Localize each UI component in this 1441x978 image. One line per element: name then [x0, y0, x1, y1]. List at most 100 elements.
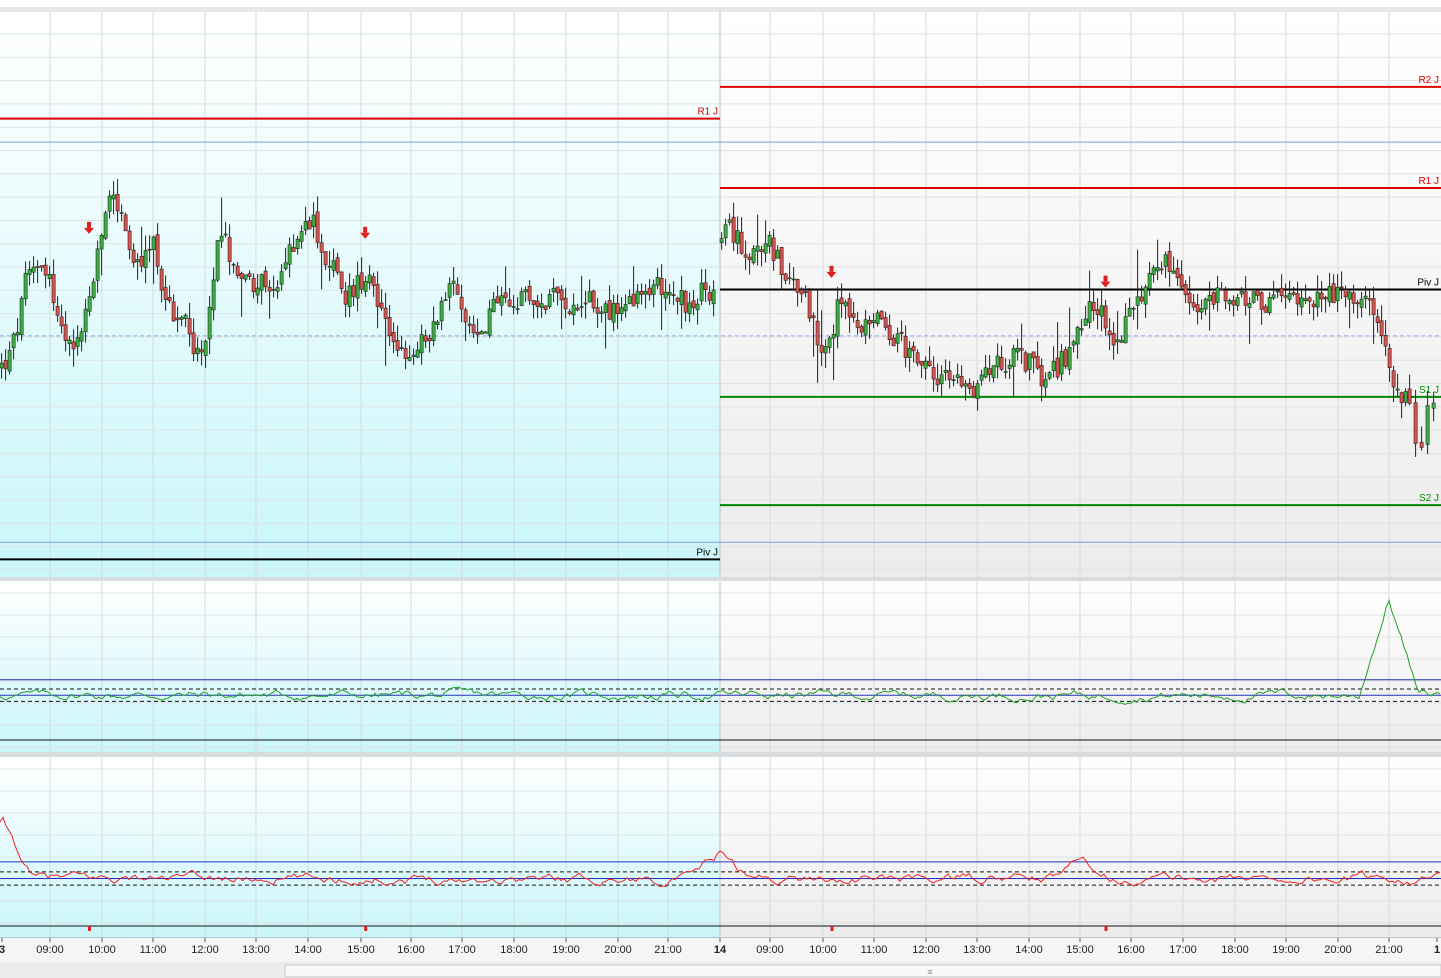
candle-body-up [1051, 360, 1056, 372]
candle-body-down [887, 324, 892, 340]
candle-body-up [515, 308, 520, 310]
candle-body-up [1275, 290, 1280, 293]
candle-body-up [611, 302, 616, 323]
candle-body-down [463, 309, 468, 323]
candle-body-down [343, 290, 348, 305]
candle-body-up [699, 282, 704, 302]
candle-body-up [571, 304, 576, 316]
candle-body-up [579, 306, 584, 308]
candle-body-up [1043, 379, 1048, 388]
candle-body-up [979, 374, 984, 381]
candle-body-down [267, 286, 272, 292]
candle-body-up [1083, 318, 1088, 326]
signal-tick [830, 926, 834, 931]
candle [879, 310, 884, 321]
day-3-background [0, 12, 720, 577]
candle-body-up [875, 312, 880, 324]
candle-body-down [1407, 388, 1412, 404]
candle-body-up [483, 331, 488, 334]
candle-body-up [995, 355, 1000, 368]
candle-body-down [883, 317, 888, 328]
candle-body-up [523, 289, 528, 293]
candle [215, 240, 220, 282]
scrollbar-thumb[interactable] [284, 964, 1441, 978]
candle-body-down [583, 302, 588, 305]
candle-body-up [151, 236, 156, 251]
candle-body-down [43, 264, 48, 276]
signal-tick [1104, 926, 1108, 931]
candle [807, 287, 812, 323]
candle [1023, 350, 1028, 374]
candle-body-up [871, 320, 876, 323]
candle-body-down [691, 300, 696, 309]
candle-body-down [359, 272, 364, 290]
arrow-stem [829, 265, 834, 272]
candle-body-up [655, 276, 660, 286]
candle-body-up [1267, 297, 1272, 313]
candle-body-down [1111, 332, 1116, 346]
candle-body-up [787, 277, 792, 280]
candle-body-up [103, 212, 108, 239]
top-bar [0, 7, 1441, 12]
candle-body-down [239, 272, 244, 279]
candle-body-up [1047, 372, 1052, 379]
candle-body-down [555, 286, 560, 294]
candle-body-down [1413, 402, 1418, 444]
candle-body-down [475, 331, 480, 335]
axis-tick-label: 17:00 [448, 944, 476, 956]
candle-body-down [291, 247, 296, 252]
axis-tick-label: 10:00 [88, 944, 116, 956]
candle-body-up [439, 300, 444, 322]
arrow-stem [87, 221, 91, 228]
axis-tick-label: 13:00 [242, 944, 270, 956]
candle-body-down [739, 231, 744, 254]
candle-body-up [1075, 327, 1080, 345]
candle-body-down [1175, 268, 1180, 279]
candle-body-up [627, 296, 632, 304]
candle-body-down [867, 319, 872, 325]
candle-body-down [531, 300, 536, 305]
candle-body-up [1251, 291, 1256, 303]
candle-body-up [275, 287, 280, 292]
candle-body-up [1131, 307, 1136, 310]
candle-body-down [403, 348, 408, 359]
candle-body-down [1279, 287, 1284, 297]
candle-body-up [1227, 300, 1232, 305]
candle-body-up [491, 298, 496, 313]
candle-body-down [891, 337, 896, 347]
candle-body-down [1039, 365, 1044, 387]
axis-tick-label: 11:00 [861, 944, 888, 956]
candle-body-up [831, 334, 836, 339]
candle-body-up [1327, 285, 1332, 303]
candle-body-down [351, 285, 356, 297]
candle-body-up [519, 291, 524, 306]
candle-body-down [115, 194, 120, 212]
candle-body-down [1023, 352, 1028, 372]
axis-tick-label: 16:00 [397, 944, 425, 956]
candle-body-down [747, 256, 752, 261]
candle-body-up [447, 283, 452, 298]
candle-body-down [563, 297, 568, 310]
candle-body-down [707, 292, 712, 301]
candle-body-up [727, 219, 732, 223]
horizontal-scrollbar[interactable]: ≡ [0, 962, 1441, 978]
candle-body-down [1195, 304, 1200, 313]
candle-body-up [975, 383, 980, 399]
candle-body-down [1371, 298, 1376, 315]
candle-body-down [1231, 300, 1236, 306]
candle-body-down [1419, 441, 1424, 448]
day-3-background [0, 757, 720, 938]
candle-body-down [327, 265, 332, 268]
candle-body-down [1063, 349, 1068, 367]
candle-body-down [595, 307, 600, 314]
candle-body-up [1271, 294, 1276, 299]
candle-body-down [1187, 292, 1192, 304]
candle-body-down [795, 278, 800, 293]
candle-body-down [527, 285, 532, 301]
candle-body-up [863, 319, 868, 336]
candle-body-up [827, 337, 832, 348]
candle-body-down [731, 216, 736, 243]
candle-body-down [1183, 284, 1188, 296]
candle-body-down [1223, 289, 1228, 302]
candle-body-up [1363, 295, 1368, 299]
